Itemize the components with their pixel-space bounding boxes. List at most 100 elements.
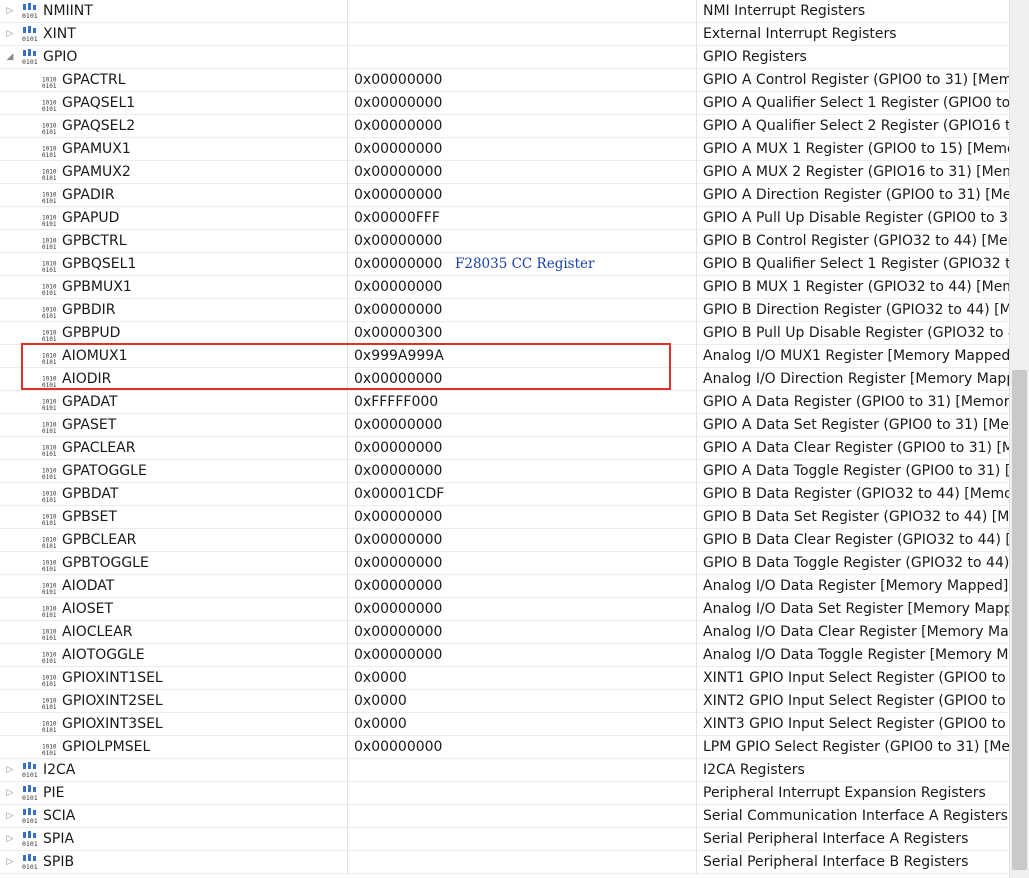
register-row[interactable]: 1010 0101 AIOSET 0x00000000 Analog I/O Data … <box>0 598 1009 621</box>
name-cell[interactable]: ◢ 0101 GPIO <box>0 46 348 69</box>
value-cell[interactable]: 0x00000000 <box>348 299 697 322</box>
vertical-scrollbar[interactable] <box>1009 0 1029 878</box>
tree-expand-icon[interactable]: ▷ <box>5 759 15 782</box>
tree-expand-icon[interactable]: ▷ <box>5 23 15 46</box>
name-cell[interactable]: 1010 0101 GPBMUX1 <box>0 276 348 299</box>
register-row[interactable]: 1010 0101 GPATOGGLE 0x00000000 GPIO A Data T… <box>0 460 1009 483</box>
name-cell[interactable]: 1010 0101 GPAMUX2 <box>0 161 348 184</box>
register-row[interactable]: 1010 0101 GPAMUX2 0x00000000 GPIO A MUX 2 Re… <box>0 161 1009 184</box>
name-cell[interactable]: 1010 0101 GPAQSEL1 <box>0 92 348 115</box>
value-cell[interactable]: 0x00000000 <box>348 138 697 161</box>
name-cell[interactable]: 1010 0101 AIOMUX1 <box>0 345 348 368</box>
value-cell[interactable]: 0x0000 <box>348 667 697 690</box>
name-cell[interactable]: 1010 0101 GPBTOGGLE <box>0 552 348 575</box>
value-cell[interactable]: 0x00000000 <box>348 115 697 138</box>
value-cell[interactable]: 0x00000000 <box>348 230 697 253</box>
register-row[interactable]: 1010 0101 GPADIR 0x00000000 GPIO A Direction… <box>0 184 1009 207</box>
register-row[interactable]: 1010 0101 GPAQSEL2 0x00000000 GPIO A Qualifi… <box>0 115 1009 138</box>
value-cell[interactable]: 0x0000 <box>348 690 697 713</box>
register-row[interactable]: 1010 0101 GPBMUX1 0x00000000 GPIO B MUX 1 Re… <box>0 276 1009 299</box>
value-cell[interactable] <box>348 828 697 851</box>
tree-collapse-icon[interactable]: ◢ <box>5 46 15 69</box>
name-cell[interactable]: 1010 0101 GPASET <box>0 414 348 437</box>
name-cell[interactable]: 1010 0101 GPIOXINT1SEL <box>0 667 348 690</box>
name-cell[interactable]: 1010 0101 GPBDAT <box>0 483 348 506</box>
name-cell[interactable]: 1010 0101 AIODAT <box>0 575 348 598</box>
name-cell[interactable]: ▷ 0101 PIE <box>0 782 348 805</box>
name-cell[interactable]: ▷ 0101 NMIINT <box>0 0 348 23</box>
group-row[interactable]: ▷ 0101 XINT External Interrupt Registers <box>0 23 1009 46</box>
register-row[interactable]: 1010 0101 GPAPUD 0x00000FFF GPIO A Pull Up D… <box>0 207 1009 230</box>
group-row[interactable]: ▷ 0101 SPIA Serial Peripheral Interface A R… <box>0 828 1009 851</box>
value-cell[interactable]: 0x00000000 <box>348 276 697 299</box>
value-cell[interactable]: 0x00000000 <box>348 552 697 575</box>
register-row[interactable]: 1010 0101 GPIOLPMSEL 0x00000000 LPM GPIO Sel… <box>0 736 1009 759</box>
register-row[interactable]: 1010 0101 GPIOXINT1SEL 0x0000 XINT1 GPIO Inp… <box>0 667 1009 690</box>
group-row[interactable]: ▷ 0101 PIE Peripheral Interrupt Expansion R… <box>0 782 1009 805</box>
value-cell[interactable]: 0x00000000 <box>348 621 697 644</box>
value-cell[interactable]: 0x00000000 <box>348 575 697 598</box>
value-cell[interactable] <box>348 782 697 805</box>
value-cell[interactable] <box>348 46 697 69</box>
value-cell[interactable]: 0x00000000 <box>348 644 697 667</box>
register-row[interactable]: 1010 0101 GPBDAT 0x00001CDF GPIO B Data Regi… <box>0 483 1009 506</box>
value-cell[interactable]: 0x00000000 <box>348 460 697 483</box>
value-cell[interactable]: 0x00000000 <box>348 368 697 391</box>
value-cell[interactable] <box>348 851 697 874</box>
register-row[interactable]: 1010 0101 GPIOXINT2SEL 0x0000 XINT2 GPIO Inp… <box>0 690 1009 713</box>
name-cell[interactable]: ▷ 0101 SPIA <box>0 828 348 851</box>
register-row[interactable]: 1010 0101 GPASET 0x00000000 GPIO A Data Set … <box>0 414 1009 437</box>
value-cell[interactable]: 0xFFFFF000 <box>348 391 697 414</box>
name-cell[interactable]: 1010 0101 GPBCLEAR <box>0 529 348 552</box>
tree-expand-icon[interactable]: ▷ <box>5 851 15 874</box>
name-cell[interactable]: 1010 0101 GPADIR <box>0 184 348 207</box>
value-cell[interactable]: 0x999A999A <box>348 345 697 368</box>
value-cell[interactable] <box>348 0 697 23</box>
value-cell[interactable]: 0x00000000 <box>348 92 697 115</box>
name-cell[interactable]: 1010 0101 GPBCTRL <box>0 230 348 253</box>
tree-expand-icon[interactable]: ▷ <box>5 828 15 851</box>
name-cell[interactable]: 1010 0101 AIOSET <box>0 598 348 621</box>
group-row[interactable]: ▷ 0101 I2CA I2CA Registers <box>0 759 1009 782</box>
value-cell[interactable] <box>348 805 697 828</box>
name-cell[interactable]: 1010 0101 GPIOLPMSEL <box>0 736 348 759</box>
value-cell[interactable]: 0x00000000 <box>348 69 697 92</box>
value-cell[interactable]: 0x00000300 <box>348 322 697 345</box>
name-cell[interactable]: 1010 0101 GPADAT <box>0 391 348 414</box>
tree-expand-icon[interactable]: ▷ <box>5 805 15 828</box>
register-row[interactable]: 1010 0101 AIOMUX1 0x999A999A Analog I/O MUX1… <box>0 345 1009 368</box>
value-cell[interactable]: 0x00000000 <box>348 161 697 184</box>
name-cell[interactable]: 1010 0101 GPAQSEL2 <box>0 115 348 138</box>
register-row[interactable]: 1010 0101 GPBCTRL 0x00000000 GPIO B Control … <box>0 230 1009 253</box>
name-cell[interactable]: 1010 0101 GPAPUD <box>0 207 348 230</box>
tree-expand-icon[interactable]: ▷ <box>5 0 15 23</box>
name-cell[interactable]: 1010 0101 AIOCLEAR <box>0 621 348 644</box>
value-cell[interactable]: 0x00001CDF <box>348 483 697 506</box>
name-cell[interactable]: 1010 0101 GPBSET <box>0 506 348 529</box>
value-cell[interactable]: 0x00000000 <box>348 736 697 759</box>
name-cell[interactable]: 1010 0101 GPATOGGLE <box>0 460 348 483</box>
value-cell[interactable] <box>348 759 697 782</box>
name-cell[interactable]: ▷ 0101 SPIB <box>0 851 348 874</box>
name-cell[interactable]: 1010 0101 GPBPUD <box>0 322 348 345</box>
group-row[interactable]: ▷ 0101 SCIA Serial Communication Interface … <box>0 805 1009 828</box>
value-cell[interactable]: 0x00000FFF <box>348 207 697 230</box>
name-cell[interactable]: ▷ 0101 SCIA <box>0 805 348 828</box>
register-row[interactable]: 1010 0101 AIODAT 0x00000000 Analog I/O Data … <box>0 575 1009 598</box>
register-row[interactable]: 1010 0101 GPAMUX1 0x00000000 GPIO A MUX 1 Re… <box>0 138 1009 161</box>
name-cell[interactable]: 1010 0101 GPAMUX1 <box>0 138 348 161</box>
value-cell[interactable]: 0x00000000 <box>348 506 697 529</box>
name-cell[interactable]: 1010 0101 GPBDIR <box>0 299 348 322</box>
name-cell[interactable]: ▷ 0101 I2CA <box>0 759 348 782</box>
value-cell[interactable]: 0x00000000 <box>348 437 697 460</box>
name-cell[interactable]: ▷ 0101 XINT <box>0 23 348 46</box>
register-row[interactable]: 1010 0101 GPBCLEAR 0x00000000 GPIO B Data Cl… <box>0 529 1009 552</box>
name-cell[interactable]: 1010 0101 AIOTOGGLE <box>0 644 348 667</box>
register-row[interactable]: 1010 0101 GPADAT 0xFFFFF000 GPIO A Data Regi… <box>0 391 1009 414</box>
value-cell[interactable] <box>348 23 697 46</box>
register-row[interactable]: 1010 0101 AIODIR 0x00000000 Analog I/O Direc… <box>0 368 1009 391</box>
group-row[interactable]: ◢ 0101 GPIO GPIO Registers <box>0 46 1009 69</box>
register-row[interactable]: 1010 0101 AIOCLEAR 0x00000000 Analog I/O Dat… <box>0 621 1009 644</box>
name-cell[interactable]: 1010 0101 AIODIR <box>0 368 348 391</box>
name-cell[interactable]: 1010 0101 GPIOXINT3SEL <box>0 713 348 736</box>
